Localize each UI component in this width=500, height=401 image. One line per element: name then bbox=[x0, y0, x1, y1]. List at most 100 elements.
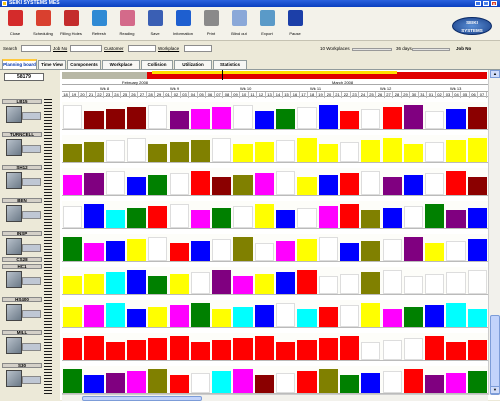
job-block[interactable] bbox=[254, 305, 274, 327]
job-block[interactable] bbox=[276, 171, 296, 195]
customer-link[interactable]: Customer bbox=[104, 46, 124, 51]
job-block[interactable] bbox=[276, 140, 296, 162]
job-block[interactable] bbox=[467, 107, 487, 129]
job-block[interactable] bbox=[276, 272, 296, 294]
machine-hc1[interactable]: HC1 bbox=[2, 264, 52, 297]
job-no-link[interactable]: Job No bbox=[53, 46, 67, 51]
job-block[interactable] bbox=[63, 144, 83, 162]
job-block[interactable] bbox=[297, 177, 317, 195]
machine-turncell[interactable]: TURNCELL bbox=[2, 132, 52, 165]
job-block[interactable] bbox=[318, 307, 338, 327]
job-block[interactable] bbox=[126, 177, 147, 195]
job-block[interactable] bbox=[276, 210, 296, 228]
job-block[interactable] bbox=[105, 140, 125, 162]
save-button[interactable]: Save bbox=[142, 9, 168, 39]
job-block[interactable] bbox=[425, 173, 445, 195]
workplaces-slider[interactable] bbox=[352, 48, 392, 51]
job-block[interactable] bbox=[148, 369, 168, 393]
job-block[interactable] bbox=[446, 342, 466, 360]
job-block[interactable] bbox=[382, 371, 402, 393]
job-block[interactable] bbox=[84, 375, 104, 393]
job-block[interactable] bbox=[212, 177, 232, 195]
job-block[interactable] bbox=[169, 375, 189, 393]
job-block[interactable] bbox=[63, 307, 83, 327]
job-block[interactable] bbox=[212, 371, 232, 393]
job-block[interactable] bbox=[361, 171, 381, 195]
job-block[interactable] bbox=[126, 309, 147, 327]
job-block[interactable] bbox=[84, 173, 104, 195]
job-block[interactable] bbox=[318, 237, 338, 261]
job-block[interactable] bbox=[403, 307, 424, 327]
vertical-scrollbar[interactable]: ▲ ▼ bbox=[488, 70, 500, 395]
refresh-button[interactable]: Refresh bbox=[86, 9, 112, 39]
job-block[interactable] bbox=[425, 204, 445, 228]
job-block[interactable] bbox=[84, 274, 104, 294]
job-block[interactable] bbox=[148, 338, 168, 360]
job-block[interactable] bbox=[361, 272, 381, 294]
job-block[interactable] bbox=[126, 340, 147, 360]
job-block[interactable] bbox=[361, 210, 381, 228]
job-block[interactable] bbox=[276, 109, 296, 129]
maximize-button[interactable]: □ bbox=[483, 1, 489, 6]
job-block[interactable] bbox=[446, 210, 466, 228]
job-block[interactable] bbox=[467, 239, 487, 261]
job-block[interactable] bbox=[361, 109, 381, 129]
job-block[interactable] bbox=[254, 243, 274, 261]
job-block[interactable] bbox=[105, 241, 125, 261]
job-block[interactable] bbox=[169, 173, 189, 195]
job-block[interactable] bbox=[446, 373, 466, 393]
job-block[interactable] bbox=[403, 105, 424, 129]
job-block[interactable] bbox=[105, 272, 125, 294]
job-block[interactable] bbox=[169, 111, 189, 129]
job-block[interactable] bbox=[467, 208, 487, 228]
job-block[interactable] bbox=[233, 175, 253, 195]
job-block[interactable] bbox=[339, 173, 360, 195]
job-block[interactable] bbox=[254, 375, 274, 393]
job-block[interactable] bbox=[126, 107, 147, 129]
machine-mill[interactable]: MILL bbox=[2, 330, 52, 363]
job-block[interactable] bbox=[169, 274, 189, 294]
job-block[interactable] bbox=[297, 270, 317, 294]
job-block[interactable] bbox=[254, 111, 274, 129]
job-block[interactable] bbox=[403, 144, 424, 162]
job-block[interactable] bbox=[148, 144, 168, 162]
job-block[interactable] bbox=[105, 210, 125, 228]
workplace-link[interactable]: Workplace bbox=[158, 46, 179, 51]
machine-sh12[interactable]: SH12 bbox=[2, 165, 52, 198]
job-block[interactable] bbox=[425, 375, 445, 393]
job-block[interactable] bbox=[425, 305, 445, 327]
job-block[interactable] bbox=[105, 171, 125, 195]
minimize-button[interactable]: _ bbox=[475, 1, 481, 6]
close-button[interactable]: Close bbox=[2, 9, 28, 39]
job-block[interactable] bbox=[382, 340, 402, 360]
job-block[interactable] bbox=[403, 237, 424, 261]
job-block[interactable] bbox=[382, 270, 402, 294]
job-block[interactable] bbox=[84, 204, 104, 228]
job-block[interactable] bbox=[425, 336, 445, 360]
job-block[interactable] bbox=[148, 105, 168, 129]
job-block[interactable] bbox=[126, 239, 147, 261]
job-block[interactable] bbox=[361, 241, 381, 261]
job-block[interactable] bbox=[446, 303, 466, 327]
scroll-down-arrow[interactable]: ▼ bbox=[490, 386, 500, 394]
job-block[interactable] bbox=[105, 303, 125, 327]
job-block[interactable] bbox=[169, 204, 189, 228]
pause-button[interactable]: Pause bbox=[282, 9, 308, 39]
information-button[interactable]: Information bbox=[170, 9, 196, 39]
job-block[interactable] bbox=[297, 340, 317, 360]
job-block[interactable] bbox=[361, 342, 381, 360]
job-block[interactable] bbox=[318, 175, 338, 195]
job-block[interactable] bbox=[169, 142, 189, 162]
job-block[interactable] bbox=[148, 237, 168, 261]
job-block[interactable] bbox=[297, 208, 317, 228]
job-block[interactable] bbox=[63, 237, 83, 261]
job-block[interactable] bbox=[382, 177, 402, 195]
job-block[interactable] bbox=[318, 206, 338, 228]
job-block[interactable] bbox=[169, 243, 189, 261]
job-block[interactable] bbox=[339, 204, 360, 228]
job-block[interactable] bbox=[233, 338, 253, 360]
tab-planning-board[interactable]: Planning board bbox=[2, 59, 37, 69]
job-block[interactable] bbox=[126, 138, 147, 162]
scroll-up-arrow[interactable]: ▲ bbox=[490, 70, 500, 78]
job-block[interactable] bbox=[190, 109, 211, 129]
